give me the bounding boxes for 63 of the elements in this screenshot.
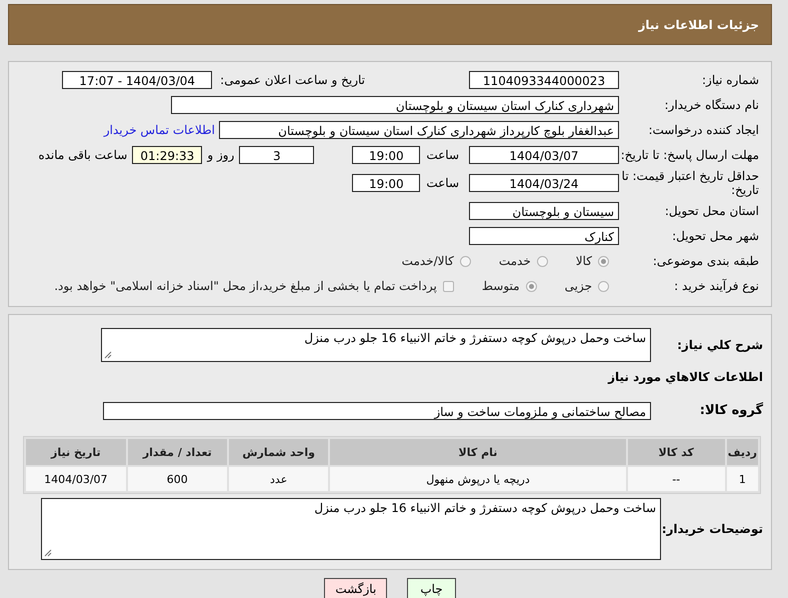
buyer-notes-field[interactable]: ساخت وحمل درپوش کوچه دستفرژ و خاتم الانبیاء 16 جلو درب منزل bbox=[41, 498, 661, 560]
table-cell: -- bbox=[628, 467, 725, 491]
field-label: استان محل تحویل: bbox=[664, 204, 760, 218]
table-cell: 1404/03/07 bbox=[26, 467, 126, 491]
table-cell: 1 bbox=[726, 467, 758, 491]
radio-button[interactable] bbox=[460, 256, 471, 266]
description-field[interactable]: ساخت وحمل درپوش کوچه دستفرژ و خاتم الانبیاء 16 جلو درب منزل bbox=[101, 328, 651, 362]
time-field[interactable]: 19:00 bbox=[352, 146, 420, 164]
field-label: مهلت ارسال پاسخ: تا تاریخ: bbox=[620, 148, 760, 162]
radio-button[interactable] bbox=[526, 280, 537, 292]
option-label: کالا bbox=[576, 254, 592, 268]
field-label: گروه کالا: bbox=[698, 404, 763, 418]
field-label: ساعت bbox=[426, 176, 459, 190]
field-label: شرح كلي نياز: bbox=[676, 338, 763, 352]
goods-group-field[interactable]: مصالح ساختمانی و ملزومات ساخت و ساز bbox=[103, 402, 651, 420]
radio-button[interactable] bbox=[598, 280, 609, 292]
announce-date-field[interactable]: 1404/03/04 - 17:07 bbox=[62, 71, 212, 89]
option-label: خدمت bbox=[498, 254, 531, 268]
column-header: تعداد / مقدار bbox=[128, 439, 227, 465]
resize-grip-icon[interactable] bbox=[104, 351, 112, 359]
column-header: کد کالا bbox=[628, 439, 725, 465]
time-field[interactable]: 19:00 bbox=[352, 174, 420, 192]
field-label: تاریخ و ساعت اعلان عمومی: bbox=[220, 73, 365, 87]
field-label: نام دستگاه خریدار: bbox=[664, 98, 760, 112]
column-header: ردیف bbox=[726, 439, 758, 465]
field-label: ساعت bbox=[426, 148, 459, 162]
remaining-time-field[interactable]: 01:29:33 bbox=[132, 146, 202, 164]
print-button[interactable]: چاپ bbox=[407, 578, 456, 598]
column-header: نام کالا bbox=[330, 439, 626, 465]
option-label: جزیی bbox=[564, 279, 592, 293]
table-cell: 600 bbox=[128, 467, 227, 491]
option-label: متوسط bbox=[482, 279, 520, 293]
radio-button[interactable] bbox=[536, 256, 548, 266]
need-number-field[interactable]: 1104093344000023 bbox=[469, 71, 619, 89]
city-field[interactable]: کنارک bbox=[469, 227, 619, 245]
resize-grip-icon[interactable] bbox=[44, 549, 52, 557]
field-label: توضیحات خریدار: bbox=[661, 522, 763, 536]
date-field[interactable]: 1404/03/24 bbox=[469, 174, 619, 192]
radio-button[interactable] bbox=[598, 256, 609, 266]
buyer-org-field[interactable]: شهرداری کنارک استان سیستان و بلوچستان bbox=[171, 96, 619, 114]
field-label: نوع فرآیند خرید : bbox=[673, 279, 760, 293]
checkbox[interactable] bbox=[442, 280, 454, 292]
table-cell: دریچه یا درپوش منهول bbox=[330, 467, 626, 491]
days-field[interactable]: 3 bbox=[239, 146, 314, 164]
field-label: شهر محل تحویل: bbox=[671, 229, 760, 243]
field-label: شماره نیاز: bbox=[701, 73, 760, 87]
back-button[interactable]: بازگشت bbox=[324, 578, 388, 598]
contact-link[interactable]: اطلاعات تماس خریدار bbox=[104, 123, 215, 137]
table-cell: عدد bbox=[228, 467, 328, 491]
column-header: واحد شمارش bbox=[228, 439, 328, 465]
page-title: جزئیات اطلاعات نیاز bbox=[638, 18, 759, 32]
field-label: حداقل تاریخ اعتبار قیمت: تا تاریخ: bbox=[620, 169, 760, 197]
field-label: روز و bbox=[207, 148, 234, 162]
option-label: کالا/خدمت bbox=[402, 254, 454, 268]
section-heading: اطلاعات كالاهاي مورد نياز bbox=[608, 370, 763, 384]
field-label: طبقه بندی موضوعی: bbox=[652, 254, 760, 268]
province-field[interactable]: سیستان و بلوچستان bbox=[469, 202, 619, 220]
field-label: ساعت باقی مانده bbox=[38, 148, 128, 162]
date-field[interactable]: 1404/03/07 bbox=[469, 146, 619, 164]
requester-field[interactable]: عبدالغفار بلوچ کارپرداز شهرداری کنارک استان سیستان و بلوچستان bbox=[219, 121, 619, 139]
column-header: تاریخ نیاز bbox=[26, 439, 126, 465]
field-label: ایجاد کننده درخواست: bbox=[647, 123, 760, 137]
payment-note: پرداخت تمام یا بخشی از مبلغ خرید،از محل "اسناد خزانه اسلامی" خواهد بود. bbox=[54, 279, 437, 293]
